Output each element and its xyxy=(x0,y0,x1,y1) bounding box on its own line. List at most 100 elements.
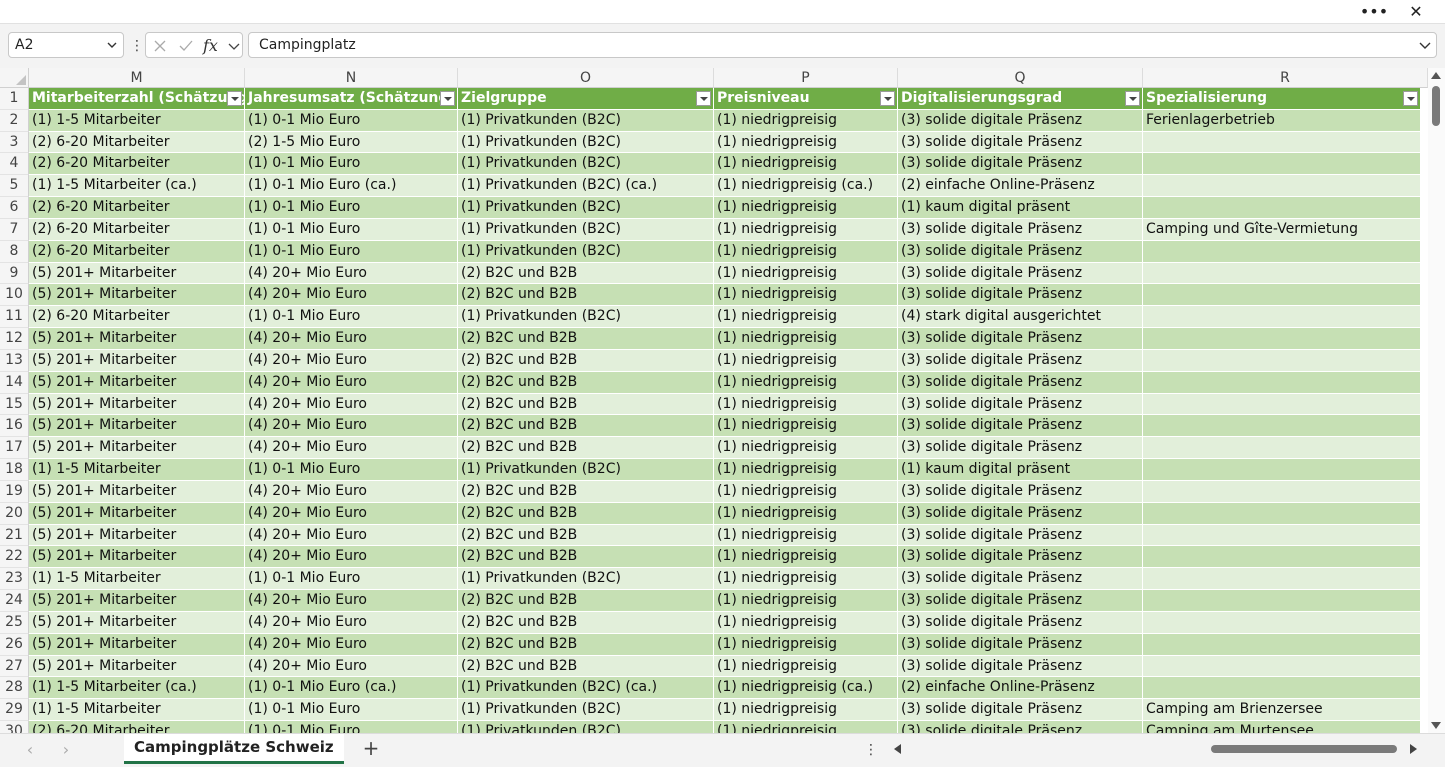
table-cell[interactable]: (2) B2C und B2B xyxy=(458,633,714,656)
next-sheet-icon[interactable]: › xyxy=(58,742,74,758)
table-cell[interactable]: (1) niedrigpreisig xyxy=(714,633,898,656)
table-cell[interactable]: (1) niedrigpreisig xyxy=(714,131,898,154)
table-cell[interactable]: (1) niedrigpreisig xyxy=(714,590,898,612)
table-cell[interactable]: (2) B2C und B2B xyxy=(458,480,714,503)
table-cell[interactable]: (1) niedrigpreisig xyxy=(714,371,898,394)
table-cell[interactable]: (1) niedrigpreisig xyxy=(714,546,898,569)
table-cell[interactable]: (1) 1-5 Mitarbeiter xyxy=(29,459,245,481)
table-cell[interactable] xyxy=(1143,415,1421,438)
table-cell[interactable]: (1) niedrigpreisig xyxy=(714,721,898,733)
row-number[interactable]: 29 xyxy=(0,699,29,722)
table-cell[interactable]: (2) B2C und B2B xyxy=(458,415,714,438)
chevron-down-icon[interactable] xyxy=(106,39,118,51)
table-cell[interactable]: (1) Privatkunden (B2C) xyxy=(458,568,714,591)
previous-sheet-icon[interactable]: ‹ xyxy=(22,742,38,758)
table-cell[interactable]: (2) 6-20 Mitarbeiter xyxy=(29,197,245,219)
table-cell[interactable]: (1) niedrigpreisig xyxy=(714,328,898,350)
sheet-tab-campingplaetze-schweiz[interactable]: Campingplätze Schweiz xyxy=(124,734,344,764)
table-cell[interactable]: (2) 6-20 Mitarbeiter xyxy=(29,721,245,733)
row-number[interactable]: 6 xyxy=(0,197,29,219)
row-number[interactable]: 25 xyxy=(0,611,29,634)
table-cell[interactable]: (1) Privatkunden (B2C) (ca.) xyxy=(458,175,714,198)
table-cell[interactable]: (3) solide digitale Präsenz xyxy=(898,262,1143,285)
row-number[interactable]: 9 xyxy=(0,262,29,285)
table-cell[interactable]: (3) solide digitale Präsenz xyxy=(898,240,1143,263)
table-cell[interactable]: (4) 20+ Mio Euro xyxy=(245,415,458,438)
table-cell[interactable]: (4) 20+ Mio Euro xyxy=(245,633,458,656)
table-cell[interactable]: (1) Privatkunden (B2C) xyxy=(458,197,714,219)
formula-input[interactable]: Campingplatz xyxy=(248,32,1437,58)
table-cell[interactable]: (1) niedrigpreisig xyxy=(714,699,898,722)
table-cell[interactable]: (2) B2C und B2B xyxy=(458,284,714,307)
table-cell[interactable]: (2) B2C und B2B xyxy=(458,349,714,372)
table-cell[interactable] xyxy=(1143,371,1421,394)
table-cell[interactable]: (2) 6-20 Mitarbeiter xyxy=(29,131,245,154)
table-cell[interactable]: (1) niedrigpreisig xyxy=(714,284,898,307)
table-cell[interactable]: Camping am Brienzersee xyxy=(1143,699,1421,722)
table-cell[interactable]: (2) B2C und B2B xyxy=(458,524,714,547)
table-cell[interactable]: (1) niedrigpreisig xyxy=(714,306,898,329)
table-cell[interactable]: (4) 20+ Mio Euro xyxy=(245,328,458,350)
spreadsheet-grid[interactable]: M N O P Q R 1 Mitarbeiterzahl (Schätzung… xyxy=(0,68,1428,733)
table-cell[interactable]: (5) 201+ Mitarbeiter xyxy=(29,284,245,307)
table-header-cell[interactable]: Spezialisierung xyxy=(1143,88,1421,110)
table-cell[interactable]: (4) 20+ Mio Euro xyxy=(245,546,458,569)
formula-bar-separator-icon[interactable]: ⋮ xyxy=(130,36,144,56)
table-cell[interactable]: (2) B2C und B2B xyxy=(458,590,714,612)
filter-dropdown-icon[interactable] xyxy=(227,91,242,106)
row-number[interactable]: 5 xyxy=(0,175,29,198)
table-cell[interactable]: (1) 0-1 Mio Euro xyxy=(245,721,458,733)
table-cell[interactable]: (3) solide digitale Präsenz xyxy=(898,284,1143,307)
table-cell[interactable] xyxy=(1143,349,1421,372)
table-cell[interactable]: (1) niedrigpreisig xyxy=(714,437,898,460)
row-number[interactable]: 27 xyxy=(0,655,29,678)
table-cell[interactable] xyxy=(1143,677,1421,700)
table-cell[interactable]: Ferienlagerbetrieb xyxy=(1143,109,1421,132)
table-cell[interactable]: (5) 201+ Mitarbeiter xyxy=(29,590,245,612)
table-cell[interactable]: (3) solide digitale Präsenz xyxy=(898,633,1143,656)
table-cell[interactable]: (1) niedrigpreisig xyxy=(714,568,898,591)
table-cell[interactable]: (1) 0-1 Mio Euro (ca.) xyxy=(245,175,458,198)
close-icon[interactable]: ✕ xyxy=(1395,0,1437,23)
table-cell[interactable]: (3) solide digitale Präsenz xyxy=(898,218,1143,241)
name-box[interactable]: A2 xyxy=(8,32,124,58)
table-cell[interactable]: (1) niedrigpreisig xyxy=(714,218,898,241)
filter-dropdown-icon[interactable] xyxy=(880,91,895,106)
table-cell[interactable]: (1) Privatkunden (B2C) xyxy=(458,109,714,132)
row-number[interactable]: 14 xyxy=(0,371,29,394)
row-number[interactable]: 15 xyxy=(0,393,29,416)
column-header-r[interactable]: R xyxy=(1143,68,1428,88)
table-cell[interactable]: (1) niedrigpreisig (ca.) xyxy=(714,677,898,700)
table-cell[interactable] xyxy=(1143,131,1421,154)
table-cell[interactable]: (3) solide digitale Präsenz xyxy=(898,349,1143,372)
table-cell[interactable]: (1) Privatkunden (B2C) xyxy=(458,459,714,481)
add-sheet-button[interactable]: + xyxy=(360,737,382,759)
horizontal-scroll-thumb[interactable] xyxy=(1211,745,1397,753)
table-cell[interactable]: (1) Privatkunden (B2C) xyxy=(458,721,714,733)
table-cell[interactable]: (2) einfache Online-Präsenz xyxy=(898,175,1143,198)
table-header-cell[interactable]: Jahresumsatz (Schätzung) xyxy=(245,88,458,110)
table-cell[interactable]: (5) 201+ Mitarbeiter xyxy=(29,502,245,525)
table-cell[interactable] xyxy=(1143,197,1421,219)
table-cell[interactable]: (3) solide digitale Präsenz xyxy=(898,153,1143,176)
table-cell[interactable]: (1) niedrigpreisig xyxy=(714,393,898,416)
row-number[interactable]: 1 xyxy=(0,88,29,110)
scroll-up-icon[interactable] xyxy=(1431,72,1441,79)
table-header-cell[interactable]: Zielgruppe xyxy=(458,88,714,110)
table-cell[interactable]: (1) 0-1 Mio Euro xyxy=(245,306,458,329)
row-number[interactable]: 13 xyxy=(0,349,29,372)
table-cell[interactable]: (4) 20+ Mio Euro xyxy=(245,393,458,416)
insert-function-icon[interactable]: fx xyxy=(203,37,221,55)
row-number[interactable]: 26 xyxy=(0,633,29,656)
table-cell[interactable]: (3) solide digitale Präsenz xyxy=(898,568,1143,591)
table-cell[interactable]: (2) 6-20 Mitarbeiter xyxy=(29,153,245,176)
table-cell[interactable]: (1) 0-1 Mio Euro (ca.) xyxy=(245,677,458,700)
table-cell[interactable]: (1) niedrigpreisig xyxy=(714,415,898,438)
table-cell[interactable]: (5) 201+ Mitarbeiter xyxy=(29,611,245,634)
table-cell[interactable]: (5) 201+ Mitarbeiter xyxy=(29,328,245,350)
table-cell[interactable]: (1) niedrigpreisig xyxy=(714,197,898,219)
row-number[interactable]: 11 xyxy=(0,306,29,329)
row-number[interactable]: 7 xyxy=(0,218,29,241)
table-cell[interactable]: (3) solide digitale Präsenz xyxy=(898,502,1143,525)
column-header-n[interactable]: N xyxy=(245,68,458,88)
